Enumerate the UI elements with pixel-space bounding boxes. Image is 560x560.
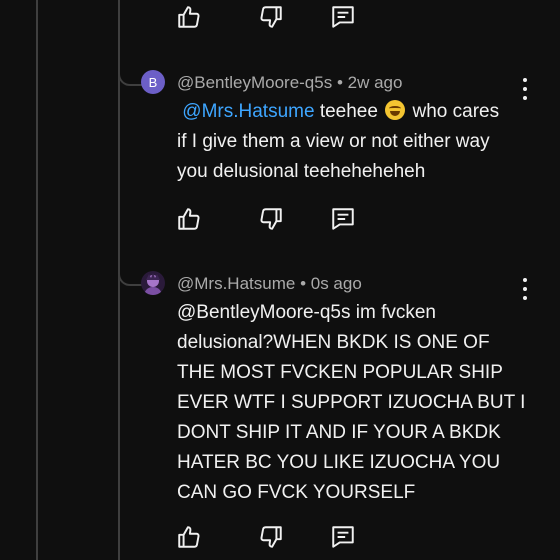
more-options-button[interactable] [522, 278, 528, 300]
comment-line: CAN GO FVCK YOURSELF [177, 482, 416, 503]
dislike-button[interactable] [258, 4, 284, 30]
reply-button[interactable] [330, 206, 356, 232]
avatar[interactable]: B [141, 70, 165, 94]
reply-comment-icon [332, 526, 354, 548]
reply-connector [118, 72, 142, 86]
more-vert-icon [523, 278, 527, 282]
more-vert-icon [523, 78, 527, 82]
meta-separator: • [336, 73, 343, 92]
comment-line: EVER WTF I SUPPORT IZUOCHA BUT I [177, 392, 526, 413]
comment-timestamp[interactable]: 2w ago [348, 73, 403, 92]
comment-line: delusional?WHEN BKDK IS ONE OF [177, 332, 490, 353]
thumbs-up-icon [178, 208, 200, 230]
comment-text: @BentleyMoore-q5s im fvcken delusional?W… [177, 298, 525, 508]
laughing-tears-emoji-icon [385, 100, 406, 120]
reply-comment-icon [332, 208, 354, 230]
comment-author[interactable]: @BentleyMoore-q5s [177, 73, 332, 92]
meta-separator: • [300, 274, 307, 293]
comment-author[interactable]: @Mrs.Hatsume [177, 274, 295, 293]
comment-line: @Mrs.Hatsume teehee who cares [177, 97, 499, 127]
thumbs-down-icon [260, 526, 282, 548]
like-button[interactable] [176, 524, 202, 550]
comment-timestamp[interactable]: 0s ago [311, 274, 362, 293]
mention-link[interactable]: @Mrs.Hatsume [182, 101, 314, 122]
reply-button[interactable] [330, 524, 356, 550]
comment-line: HATER BC YOU LIKE IZUOCHA YOU [177, 452, 501, 473]
dislike-button[interactable] [258, 206, 284, 232]
reply-button[interactable] [330, 4, 356, 30]
comment-line: THE MOST FVCKEN POPULAR SHIP [177, 362, 503, 383]
comment-line: you delusional teeheheheheh [177, 161, 426, 182]
dislike-button[interactable] [258, 524, 284, 550]
avatar-image [141, 271, 165, 295]
avatar-letter: B [148, 74, 158, 90]
comment-meta: @Mrs.Hatsume • 0s ago [177, 274, 362, 294]
thumbs-down-icon [260, 208, 282, 230]
reply-connector [118, 272, 142, 286]
comment-text: @Mrs.Hatsume teehee who cares if I give … [177, 97, 499, 187]
reply-comment-icon [332, 6, 354, 28]
like-button[interactable] [176, 206, 202, 232]
like-button[interactable] [176, 4, 202, 30]
thumbs-down-icon [260, 6, 282, 28]
comment-line: DONT SHIP IT AND IF YOUR A BKDK [177, 422, 501, 443]
thumbs-up-icon [178, 526, 200, 548]
thread-line-outer [36, 0, 38, 560]
comment-line: if I give them a view or not either way [177, 131, 490, 152]
comment-fragment: teehee [319, 101, 378, 122]
avatar[interactable] [141, 271, 165, 295]
more-options-button[interactable] [522, 78, 528, 100]
thumbs-up-icon [178, 6, 200, 28]
comment-meta: @BentleyMoore-q5s • 2w ago [177, 73, 402, 93]
comment-fragment: who cares [412, 101, 500, 122]
comment-line: @BentleyMoore-q5s im fvcken [177, 302, 436, 323]
